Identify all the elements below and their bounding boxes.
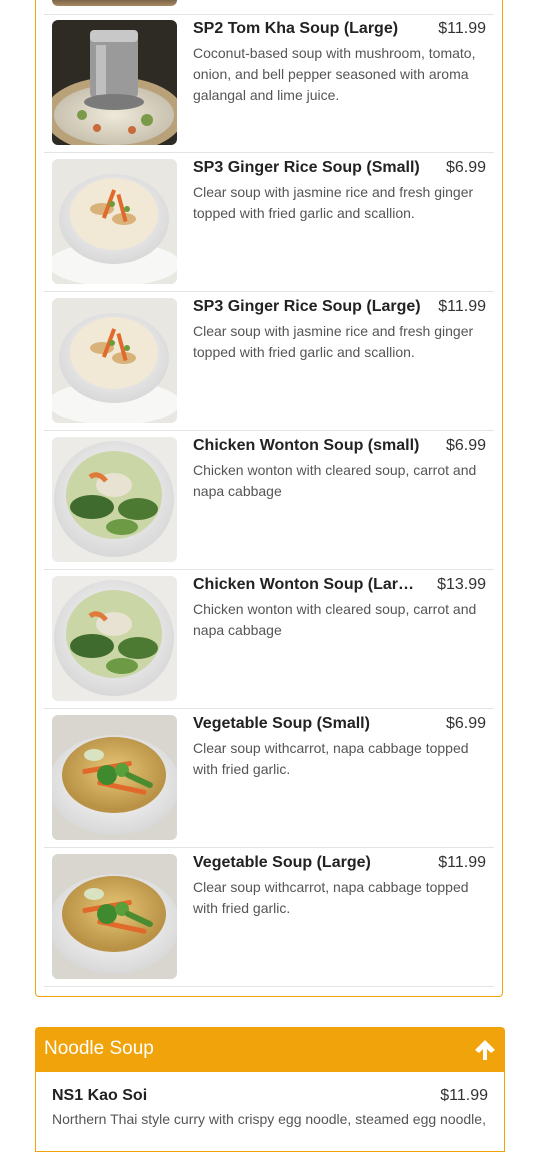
menu-item-price: $11.99 [438, 854, 486, 871]
ginger-rice-soup-photo [52, 298, 177, 423]
menu-item-price: $11.99 [438, 20, 486, 37]
previous-item-photo [52, 0, 177, 6]
menu-item-title: Chicken Wonton Soup (small) [193, 437, 420, 454]
menu-item-title: SP2 Tom Kha Soup (Large) [193, 20, 399, 37]
menu-item-description: Chicken wonton with cleared soup, carrot… [193, 462, 477, 499]
menu-item-description: Clear soup withcarrot, napa cabbage topp… [193, 740, 469, 777]
menu-item-price: $11.99 [440, 1087, 488, 1104]
menu-item-description: Clear soup withcarrot, napa cabbage topp… [193, 879, 469, 916]
menu-item-price: $6.99 [445, 437, 486, 454]
menu-item-wonton-small[interactable]: Chicken Wonton Soup (small) $6.99 Chicke… [44, 431, 494, 570]
vegetable-soup-photo [52, 715, 177, 840]
vegetable-soup-photo [52, 854, 177, 979]
noodle-soup-section-body: NS1 Kao Soi $11.99 Northern Thai style c… [35, 1072, 505, 1152]
tom-kha-soup-photo [52, 20, 177, 145]
menu-item-description: Clear soup with jasmine rice and fresh g… [193, 323, 474, 360]
noodle-soup-section-header[interactable]: Noodle Soup [35, 1027, 505, 1072]
menu-item-price: $11.99 [438, 298, 486, 315]
menu-item-wonton-large[interactable]: Chicken Wonton Soup (Large) $13.99 Chick… [44, 570, 494, 709]
menu-item-title: Vegetable Soup (Large) [193, 854, 371, 871]
menu-item-title: Vegetable Soup (Small) [193, 715, 370, 732]
menu-item-ginger-rice-large[interactable]: SP3 Ginger Rice Soup (Large) $11.99 Clea… [44, 292, 494, 431]
wonton-soup-photo [52, 576, 177, 701]
menu-item-price: $6.99 [445, 715, 486, 732]
soup-menu-panel: SP2 Tom Kha Soup (Large) $11.99 Coconut-… [35, 0, 503, 997]
menu-item-description: Northern Thai style curry with crispy eg… [52, 1111, 486, 1127]
menu-item-price: $6.99 [445, 159, 486, 176]
menu-item-title: Chicken Wonton Soup (Large) [193, 576, 421, 593]
menu-item-title: SP3 Ginger Rice Soup (Small) [193, 159, 420, 176]
menu-item-price: $13.99 [437, 576, 486, 593]
menu-item-title: NS1 Kao Soi [52, 1087, 148, 1104]
menu-item-description: Chicken wonton with cleared soup, carrot… [193, 601, 477, 638]
menu-item-description: Coconut-based soup with mushroom, tomato… [193, 45, 476, 103]
menu-item-description: Clear soup with jasmine rice and fresh g… [193, 184, 474, 221]
menu-item-title: SP3 Ginger Rice Soup (Large) [193, 298, 421, 315]
section-title: Noodle Soup [44, 1038, 154, 1059]
arrow-up-icon[interactable] [473, 1038, 497, 1062]
menu-item-vegetable-small[interactable]: Vegetable Soup (Small) $6.99 Clear soup … [44, 709, 494, 848]
ginger-rice-soup-photo [52, 159, 177, 284]
menu-item-vegetable-large[interactable]: Vegetable Soup (Large) $11.99 Clear soup… [44, 848, 494, 987]
previous-menu-item[interactable] [44, 0, 494, 15]
menu-item-ginger-rice-small[interactable]: SP3 Ginger Rice Soup (Small) $6.99 Clear… [44, 153, 494, 292]
wonton-soup-photo [52, 437, 177, 562]
menu-item-tom-kha-large[interactable]: SP2 Tom Kha Soup (Large) $11.99 Coconut-… [44, 14, 494, 153]
